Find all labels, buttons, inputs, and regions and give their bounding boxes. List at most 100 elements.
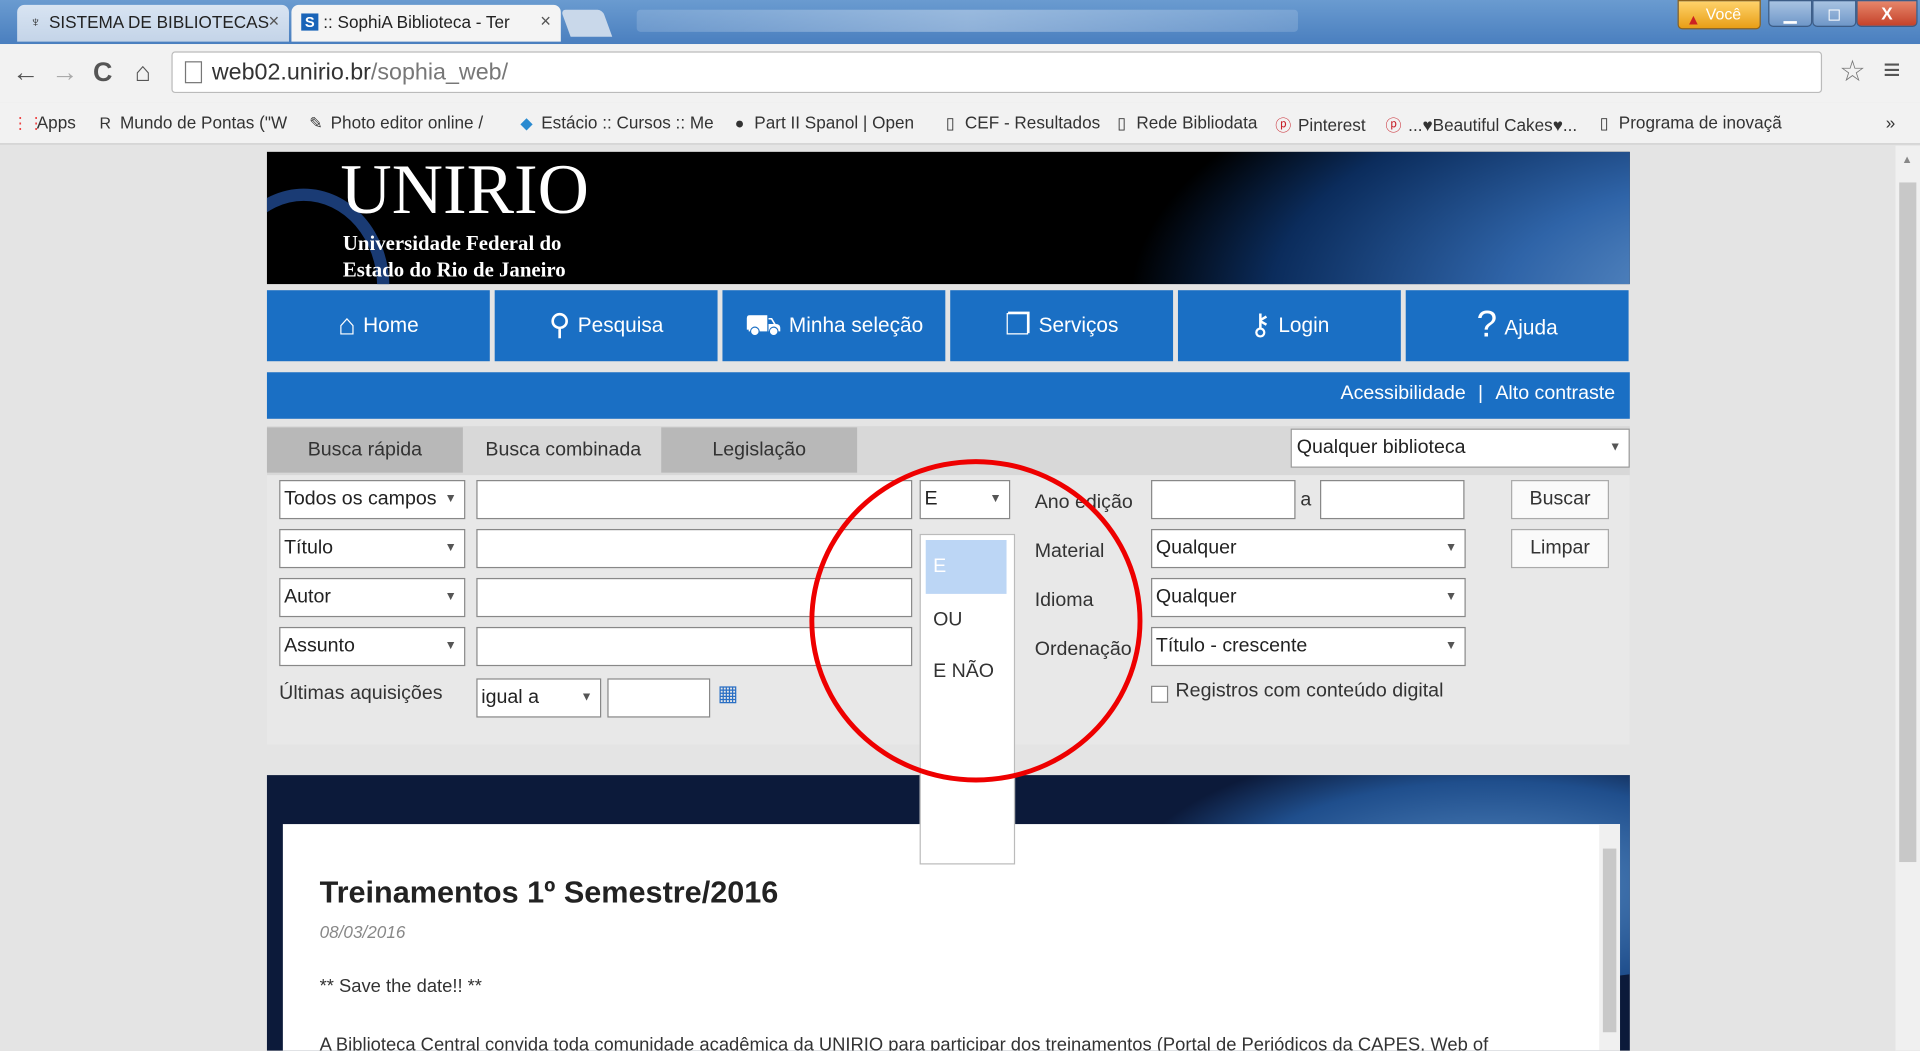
tab-sistema-bibliotecas[interactable]: ♆ SISTEMA DE BIBLIOTECAS × [17,4,289,42]
blurred-title [636,9,1298,32]
bookmark-label: CEF - Resultados [964,112,1101,133]
nav-login[interactable]: ⚷ Login [1177,290,1401,362]
ordenacao-select[interactable]: Título - crescente ▼ [1151,626,1466,667]
tab-sophia-biblioteca[interactable]: S :: SophiA Biblioteca - Ter × [291,4,561,42]
bookmark-label: ...♥Beautiful Cakes♥... [1408,115,1578,135]
bookmark-photo-editor[interactable]: ✎ Photo editor online / [306,113,483,134]
bookmark-programa[interactable]: ▯ Programa de inovaçã [1594,113,1782,134]
chevron-down-icon: ▼ [1445,590,1458,604]
nav-label: Ajuda [1504,315,1558,340]
year-to-input[interactable] [1320,480,1465,520]
scroll-thumb[interactable] [1602,848,1617,1033]
logo-subtitle-line2: Estado do Rio de Janeiro [342,258,566,282]
url-text: web02.unirio.br/sophia_web/ [212,60,508,87]
sophia-icon: S [301,13,319,31]
minimize-button[interactable]: ▁ [1768,0,1813,27]
earth-image [1124,151,1630,285]
back-icon[interactable]: ← [12,56,39,88]
apps-grid-icon: ⋮⋮ [12,113,45,133]
nav-label: Login [1278,313,1330,337]
pencil-icon: ✎ [309,113,323,133]
nav-minha-selecao[interactable]: ⛟ Minha seleção [722,290,946,362]
logo-subtitle-line1: Universidade Federal do [342,231,562,255]
bookmark-cef[interactable]: ▯ CEF - Resultados [940,113,1100,134]
field-value: Assunto [284,635,355,657]
close-window-button[interactable]: X [1856,0,1918,27]
bookmark-cakes[interactable]: ⓟ ...♥Beautiful Cakes♥... [1384,113,1578,136]
nav-label: Serviços [1038,313,1119,337]
nav-home[interactable]: ⌂ Home [266,290,490,362]
new-tab-button[interactable] [560,9,613,37]
bookmark-label: Rede Bibliodata [1136,112,1258,133]
news-save-date: ** Save the date!! ** [319,975,482,997]
nav-pesquisa[interactable]: ⚲ Pesquisa [494,290,718,362]
field-value: Título [284,537,334,559]
field-value: Autor [284,586,331,608]
site-icon: R [99,113,112,133]
library-select[interactable]: Qualquer biblioteca ▼ [1290,428,1630,468]
calendar-icon[interactable]: ▦ [718,681,739,707]
bookmark-apps[interactable]: ⋮⋮Apps [12,113,76,134]
page-scrollbar[interactable]: ▲ [1895,145,1920,1051]
more-bookmarks-icon[interactable]: » [1886,113,1896,133]
ordenacao-value: Título - crescente [1155,635,1308,657]
news-title[interactable]: Treinamentos 1º Semestre/2016 [320,876,779,912]
high-contrast-link[interactable]: Alto contraste [1495,383,1615,404]
field-select-4[interactable]: Assunto ▼ [279,626,466,667]
ultimas-condition-select[interactable]: igual a ▼ [476,678,602,718]
red-highlight-circle [809,459,1143,783]
idioma-select[interactable]: Qualquer ▼ [1151,577,1466,618]
tab-busca-rapida[interactable]: Busca rápida [266,427,463,473]
news-scrollbar[interactable] [1599,824,1621,1051]
accessibility-bar: Acessibilidade | Alto contraste [266,372,1630,419]
menu-icon[interactable]: ≡ [1883,54,1900,88]
buscar-button[interactable]: Buscar [1511,480,1609,520]
page-icon: ▯ [1599,113,1609,133]
chevron-down-icon: ▼ [444,541,457,555]
link-separator: | [1477,383,1484,405]
ultimas-date-input[interactable] [607,678,711,718]
material-select[interactable]: Qualquer ▼ [1151,528,1466,569]
home-icon[interactable]: ⌂ [135,56,151,88]
scroll-thumb[interactable] [1899,182,1917,863]
bookmark-star-icon[interactable]: ☆ [1839,54,1865,90]
bookmark-part-ii[interactable]: ● Part II Spanol | Open [730,113,914,133]
maximize-button[interactable]: ◻ [1812,0,1857,27]
nav-ajuda[interactable]: ? Ajuda [1405,290,1629,362]
accessibility-link[interactable]: Acessibilidade [1341,383,1466,404]
user-profile-button[interactable]: ▲ Você [1677,0,1761,30]
close-tab-icon[interactable]: × [268,5,279,39]
digital-checkbox[interactable] [1151,685,1169,703]
reload-icon[interactable]: C [93,56,112,88]
browser-toolbar: ← → C ⌂ web02.unirio.br/sophia_web/ ☆ ≡ [0,44,1920,103]
bookmark-estacio[interactable]: ◆ Estácio :: Cursos :: Me [517,112,714,134]
tab-busca-combinada[interactable]: Busca combinada [465,427,662,473]
tab-label: :: SophiA Biblioteca - Ter [323,12,510,32]
pinterest-icon: ⓟ [1385,116,1402,135]
search-term-input-1[interactable] [476,480,913,520]
address-bar[interactable]: web02.unirio.br/sophia_web/ [171,51,1823,94]
bookmark-pinterest[interactable]: ⓟ Pinterest [1273,113,1365,136]
nav-servicos[interactable]: ❐ Serviços [950,290,1174,362]
key-icon: ⚷ [1249,308,1272,342]
bookmark-label: Photo editor online / [330,112,484,133]
bookmark-mundo-pontas[interactable]: R Mundo de Pontas ("W [96,113,288,133]
field-select-1[interactable]: Todos os campos ▼ [279,480,466,520]
site-logo: UNIRIO [340,151,589,229]
close-tab-icon[interactable]: × [540,5,551,39]
bookmark-label: Estácio :: Cursos :: Me [541,112,714,133]
scroll-up-icon[interactable]: ▲ [1902,153,1913,165]
limpar-button[interactable]: Limpar [1511,528,1609,569]
field-select-2[interactable]: Título ▼ [279,528,466,569]
bookmark-label: Mundo de Pontas ("W [120,112,288,133]
page-icon: ▯ [1117,113,1127,133]
field-select-3[interactable]: Autor ▼ [279,577,466,618]
pinterest-icon: ⓟ [1275,116,1292,135]
diamond-icon: ◆ [520,113,533,133]
search-icon: ⚲ [548,308,571,342]
forward-icon[interactable]: → [51,56,78,88]
tab-legislacao[interactable]: Legislação [661,427,858,473]
chevron-down-icon: ▼ [1445,541,1458,555]
year-from-input[interactable] [1151,480,1296,520]
bookmark-bibliodata[interactable]: ▯ Rede Bibliodata [1112,112,1258,134]
